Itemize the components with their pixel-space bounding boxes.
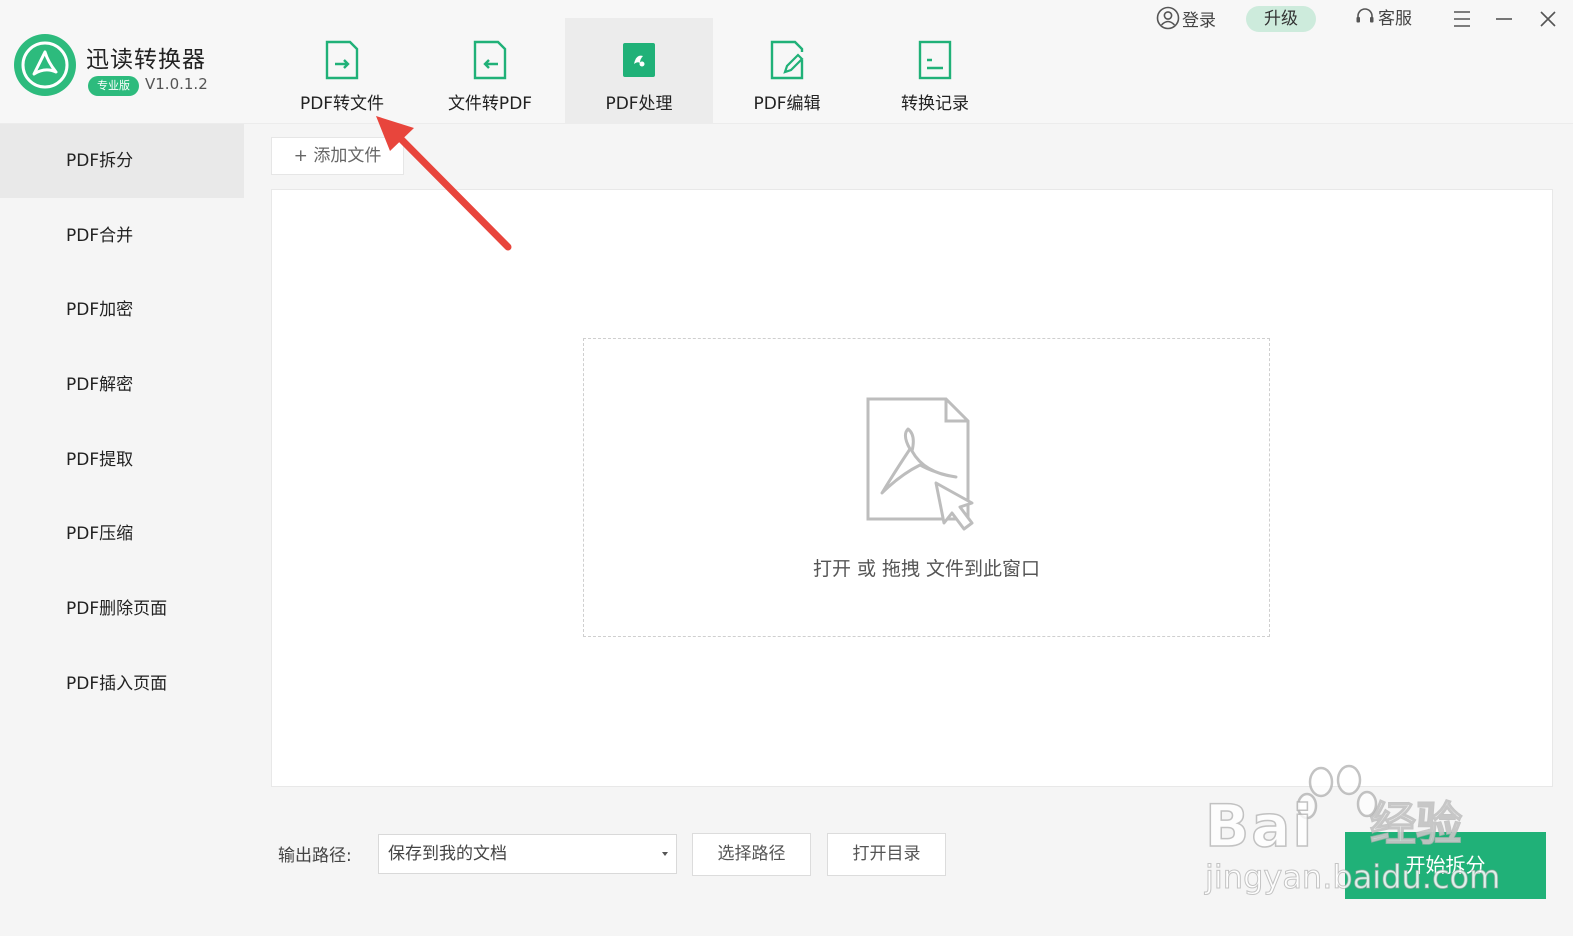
app-title: 迅读转换器 xyxy=(86,47,206,73)
app-header: 迅读转换器 专业版 V1.0.1.2 PDF转文件 文件转PDF PDF处理 P… xyxy=(0,0,1573,124)
headset-icon xyxy=(1356,8,1374,23)
service-label: 客服 xyxy=(1378,9,1412,29)
tab-label: PDF编辑 xyxy=(753,94,821,114)
output-path-select[interactable]: 保存到我的文档 xyxy=(378,834,677,874)
file-drop-zone[interactable]: 打开 或 拖拽 文件到此窗口 xyxy=(583,338,1270,637)
sidebar-item-pdf-merge[interactable]: PDF合并 xyxy=(0,199,248,273)
add-file-button[interactable]: + 添加文件 xyxy=(271,137,404,175)
pdf-process-icon xyxy=(623,43,655,77)
edition-badge: 专业版 xyxy=(88,76,139,96)
output-path-value: 保存到我的文档 xyxy=(388,844,507,864)
tab-conversion-history[interactable]: 转换记录 xyxy=(861,18,1009,124)
open-directory-button[interactable]: 打开目录 xyxy=(827,833,946,876)
sidebar-item-pdf-encrypt[interactable]: PDF加密 xyxy=(0,273,248,347)
minimize-icon xyxy=(1496,18,1512,20)
choose-path-button[interactable]: 选择路径 xyxy=(692,833,811,876)
tab-label: 转换记录 xyxy=(901,94,969,114)
tab-label: PDF转文件 xyxy=(299,94,385,114)
pdf-edit-icon xyxy=(770,40,804,80)
watermark-brand: Bai xyxy=(1204,791,1315,861)
output-path-label: 输出路径: xyxy=(278,846,352,866)
menu-button[interactable] xyxy=(1449,6,1475,32)
sidebar-item-pdf-insert-pages[interactable]: PDF插入页面 xyxy=(0,647,248,721)
sidebar-item-pdf-decrypt[interactable]: PDF解密 xyxy=(0,348,248,422)
sidebar: PDF拆分 PDF合并 PDF加密 PDF解密 PDF提取 PDF压缩 PDF删… xyxy=(0,124,248,936)
drop-hint-text: 打开 或 拖拽 文件到此窗口 xyxy=(812,558,1041,580)
minimize-button[interactable] xyxy=(1491,6,1517,32)
upgrade-button[interactable]: 升级 xyxy=(1246,6,1316,32)
tab-file-to-pdf[interactable]: 文件转PDF xyxy=(416,18,564,124)
login-button[interactable]: 登录 xyxy=(1156,6,1216,32)
close-icon xyxy=(1540,11,1556,27)
pdf-file-drop-icon xyxy=(866,397,974,531)
app-version: V1.0.1.2 xyxy=(145,75,208,93)
conversion-history-icon xyxy=(918,40,952,80)
sidebar-item-pdf-split[interactable]: PDF拆分 xyxy=(0,124,244,198)
app-logo-icon xyxy=(14,34,76,96)
login-label: 登录 xyxy=(1182,11,1216,31)
tab-label: 文件转PDF xyxy=(447,94,533,114)
sidebar-item-pdf-compress[interactable]: PDF压缩 xyxy=(0,497,248,571)
customer-service-button[interactable]: 客服 xyxy=(1354,6,1412,32)
chevron-down-icon xyxy=(662,852,668,856)
hamburger-menu-icon xyxy=(1454,11,1470,27)
sidebar-item-pdf-extract[interactable]: PDF提取 xyxy=(0,423,248,497)
tab-pdf-to-file[interactable]: PDF转文件 xyxy=(268,18,416,124)
file-to-pdf-icon xyxy=(473,40,507,80)
sidebar-item-pdf-delete-pages[interactable]: PDF删除页面 xyxy=(0,572,248,646)
close-button[interactable] xyxy=(1535,6,1561,32)
tab-label: PDF处理 xyxy=(605,94,673,114)
pdf-to-file-icon xyxy=(325,40,359,80)
start-split-button[interactable]: 开始拆分 xyxy=(1345,832,1546,899)
user-icon xyxy=(1156,6,1180,30)
tab-pdf-process[interactable]: PDF处理 xyxy=(565,18,713,124)
tab-pdf-edit[interactable]: PDF编辑 xyxy=(713,18,861,124)
